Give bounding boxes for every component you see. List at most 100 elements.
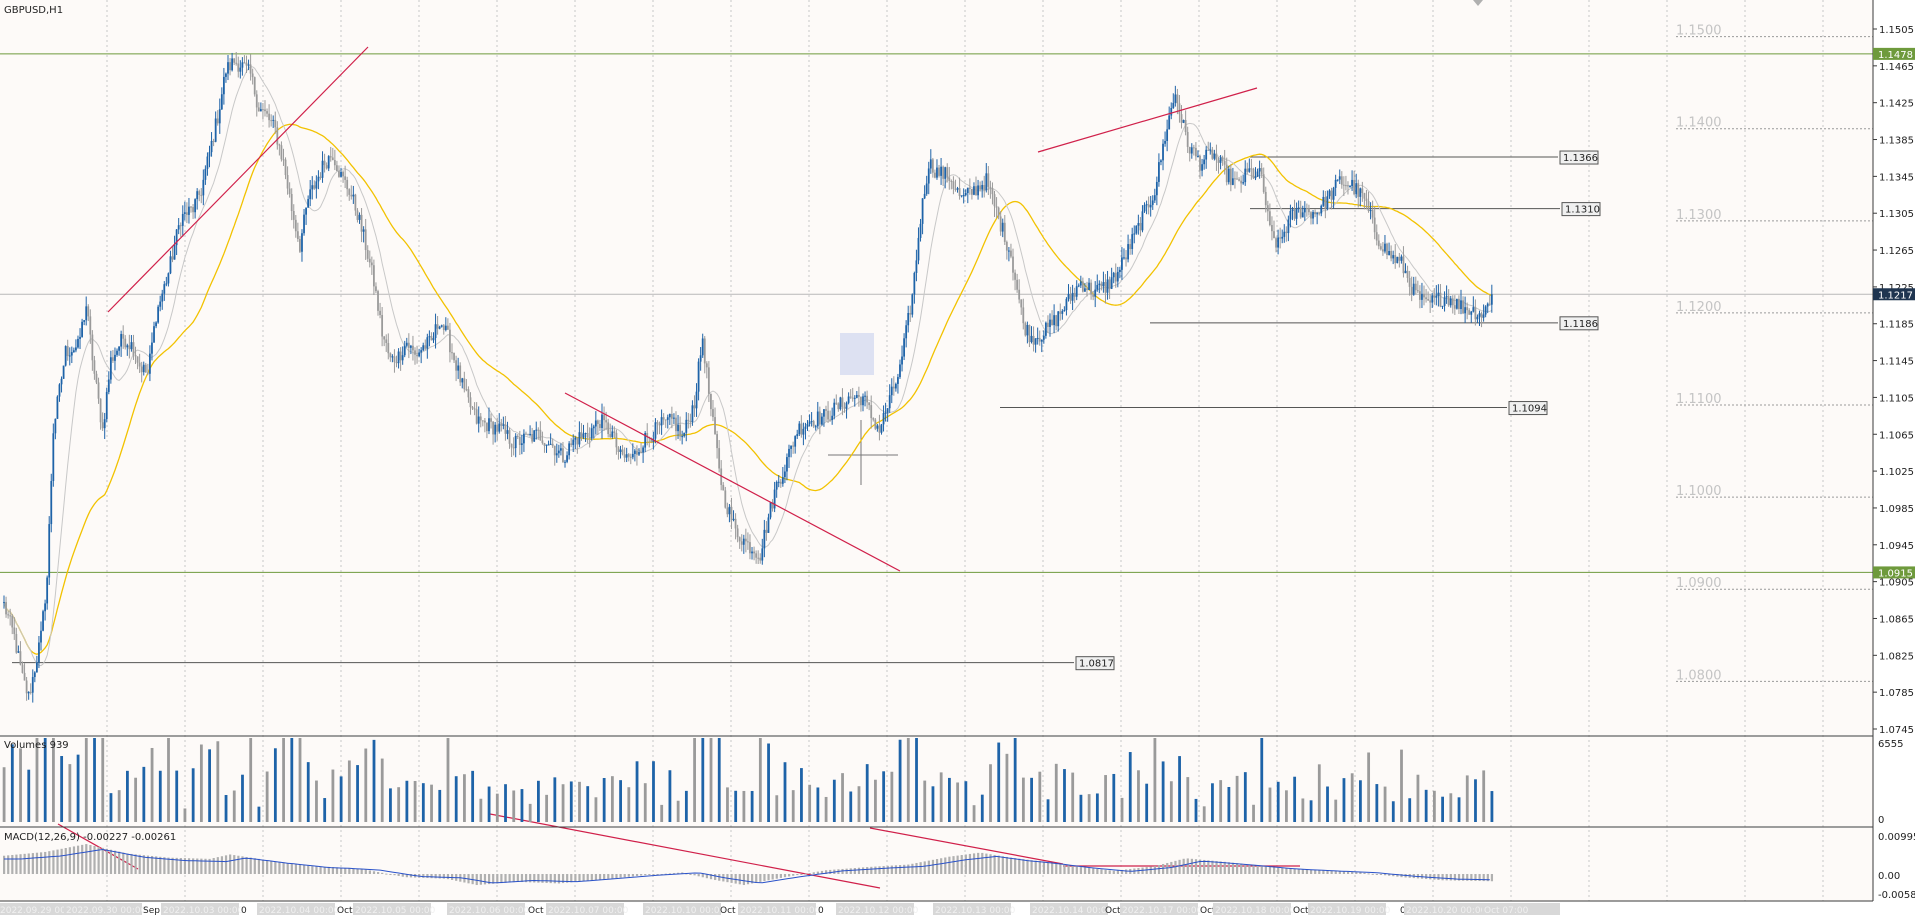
candle-body [101, 422, 104, 429]
macd-histogram-bar [315, 866, 318, 874]
macd-histogram-bar [64, 848, 67, 874]
candle-body [691, 405, 694, 423]
macd-histogram-bar [257, 858, 261, 874]
candle-body [446, 325, 449, 330]
candle-body [915, 260, 918, 274]
candle-body [660, 417, 663, 426]
volume-bar [405, 780, 409, 822]
candle-body [331, 157, 334, 161]
time-tick-label: 0 [818, 906, 824, 916]
volume-bar [775, 795, 779, 822]
time-tick-label: 2022.10.07 00:00 [548, 906, 629, 916]
macd-histogram-bar [755, 874, 758, 883]
macd-histogram-bar [886, 865, 889, 874]
macd-histogram-bar [126, 853, 129, 874]
candle-body [1053, 315, 1056, 326]
candle-body [109, 357, 112, 380]
candle-body [666, 417, 669, 420]
candle-body [1084, 288, 1086, 292]
macd-histogram-bar [1112, 870, 1115, 874]
candle-body [120, 334, 123, 347]
volume-bar [495, 793, 499, 822]
candle-body [1425, 297, 1427, 300]
candle-body [1275, 238, 1277, 248]
candle-body [1455, 298, 1458, 309]
candle-body [956, 188, 959, 190]
ghost-price-label: 1.1300 [1676, 208, 1722, 223]
volume-bar [619, 780, 622, 822]
time-axis[interactable]: 2022.09.29 00:002022.09.30 00:00Sep 2022.… [0, 903, 1560, 916]
volume-bar [265, 771, 269, 822]
candle-body [537, 429, 540, 431]
macd-histogram-bar [697, 874, 700, 877]
candle-body [1129, 244, 1132, 250]
macd-histogram-bar [911, 863, 914, 874]
volume-bar [323, 798, 327, 822]
level-price-badge-label: 1.1478 [1878, 50, 1913, 61]
macd-histogram-bar [549, 874, 552, 884]
macd-histogram-bar [804, 873, 807, 875]
volume-panel[interactable] [0, 737, 1873, 826]
candle-body [449, 329, 451, 353]
volume-bar [1375, 784, 1379, 822]
macd-histogram-bar [1252, 864, 1255, 874]
macd-histogram-bar [808, 872, 811, 874]
volume-bar [1400, 749, 1403, 822]
volume-bar [454, 776, 458, 822]
macd-histogram-bar [68, 847, 71, 874]
candle-body [516, 435, 519, 437]
macd-histogram-bar [734, 874, 737, 884]
candle-body [763, 529, 766, 549]
candle-body [913, 273, 916, 295]
candle-body [1030, 335, 1033, 343]
candle-body [1460, 300, 1462, 310]
candle-body [1238, 179, 1240, 181]
ghost-price-label: 1.0800 [1676, 668, 1722, 683]
candle-body [697, 361, 700, 392]
candle-body [1036, 337, 1039, 339]
candle-body [1155, 181, 1158, 196]
volume-bar [76, 754, 80, 822]
macd-histogram-bar [1096, 868, 1099, 874]
candle-body [749, 542, 751, 554]
candle-body [794, 436, 797, 447]
volume-bar [1317, 764, 1321, 822]
candle-body [931, 159, 934, 173]
candle-body [1264, 191, 1267, 206]
price-panel[interactable] [0, 0, 1873, 735]
candle-body [1211, 149, 1214, 159]
macd-histogram-bar [134, 854, 137, 874]
trading-chart[interactable]: 1.1500 1.1400 1.1300 1.1200 1.1100 1.1000 1.09… [0, 0, 1915, 924]
candle-body [237, 63, 240, 72]
candle-body [68, 355, 71, 357]
candle-body [496, 424, 499, 432]
candle-body [136, 356, 139, 363]
candle-body [1022, 307, 1025, 324]
macd-histogram-bar [574, 874, 577, 882]
candle-body [54, 418, 57, 434]
candle-body [364, 229, 367, 251]
macd-histogram-bar [163, 857, 166, 874]
macd-histogram-bar [907, 864, 910, 874]
candle-body [1252, 168, 1255, 179]
price-tick-label: 1.1305 [1879, 209, 1914, 220]
volume-bar [1441, 796, 1444, 822]
candle-body [533, 430, 536, 442]
candle-body [736, 528, 739, 538]
volume-bar [60, 756, 64, 822]
candle-body [695, 391, 698, 409]
candle-body [301, 233, 303, 252]
candle-body [1470, 311, 1473, 315]
candle-body [1398, 256, 1401, 261]
macd-histogram-bar [796, 874, 799, 876]
candle-body [911, 294, 914, 315]
volume-bar [397, 787, 401, 822]
candle-body [1324, 196, 1327, 210]
candle-body [1229, 168, 1232, 185]
candle-body [923, 193, 926, 199]
macd-histogram-bar [35, 852, 39, 874]
candle-body [1032, 335, 1035, 345]
volume-bar [684, 790, 688, 822]
macd-histogram-bar [393, 874, 396, 876]
candle-body [1289, 211, 1292, 220]
